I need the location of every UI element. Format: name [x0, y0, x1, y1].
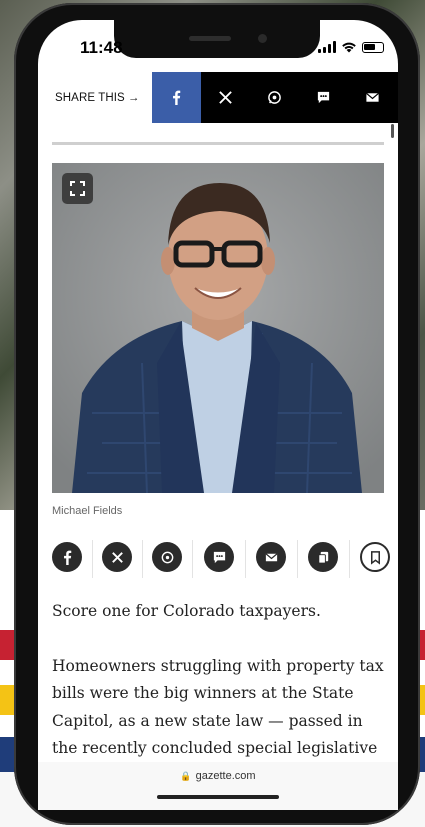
article-photo[interactable] [52, 163, 384, 493]
fullscreen-icon [70, 181, 85, 196]
sms-icon [317, 91, 330, 104]
share-facebook-button[interactable] [152, 72, 201, 123]
article-share-whatsapp-button[interactable] [152, 542, 182, 572]
share-separator [92, 540, 93, 578]
whatsapp-icon [161, 551, 173, 563]
share-email-button[interactable] [348, 72, 397, 123]
wifi-icon [342, 42, 356, 53]
sms-icon [213, 551, 225, 563]
x-icon [219, 91, 232, 104]
share-whatsapp-button[interactable] [250, 72, 299, 123]
email-icon [264, 552, 278, 561]
share-bar: SHARE THIS → [38, 72, 398, 123]
content-divider [52, 142, 384, 145]
url-display[interactable]: 🔒 gazette.com [38, 770, 398, 782]
article-share-row [52, 540, 392, 578]
article-copy-link-button[interactable] [308, 542, 338, 572]
facebook-icon [63, 550, 71, 565]
share-separator [142, 540, 143, 578]
share-separator [297, 540, 298, 578]
copy-link-icon [317, 551, 328, 564]
status-icons [318, 41, 384, 53]
share-sms-button[interactable] [299, 72, 348, 123]
phone-notch [114, 20, 320, 58]
photo-caption: Michael Fields [52, 505, 123, 517]
article-share-email-button[interactable] [256, 542, 286, 572]
share-separator [192, 540, 193, 578]
speaker [189, 36, 231, 41]
front-camera [258, 34, 267, 43]
share-this-label: SHARE THIS → [38, 72, 152, 123]
arrow-right-icon: → [127, 91, 140, 104]
article-share-sms-button[interactable] [204, 542, 234, 572]
expand-photo-button[interactable] [62, 173, 93, 204]
status-time: 11:48 [80, 38, 123, 57]
article-share-facebook-button[interactable] [52, 542, 82, 572]
share-this-text: SHARE THIS [55, 91, 125, 104]
url-text: gazette.com [195, 770, 256, 782]
facebook-icon [173, 90, 181, 105]
scrollbar-thumb[interactable] [391, 124, 394, 138]
article-paragraph: Score one for Colorado taxpayers. [52, 602, 321, 620]
article-share-x-button[interactable] [102, 542, 132, 572]
signal-icon [318, 41, 336, 53]
share-separator [349, 540, 350, 578]
article-bookmark-button[interactable] [360, 542, 390, 572]
portrait-image [52, 163, 384, 493]
battery-icon [362, 41, 384, 53]
whatsapp-icon [268, 91, 281, 104]
browser-url-bar[interactable]: 🔒 gazette.com [38, 762, 398, 810]
lock-icon: 🔒 [180, 771, 192, 781]
email-icon [366, 92, 379, 102]
home-indicator[interactable] [157, 795, 279, 799]
x-icon [111, 551, 123, 563]
share-separator [245, 540, 246, 578]
bookmark-icon [370, 550, 380, 565]
share-x-button[interactable] [201, 72, 250, 123]
